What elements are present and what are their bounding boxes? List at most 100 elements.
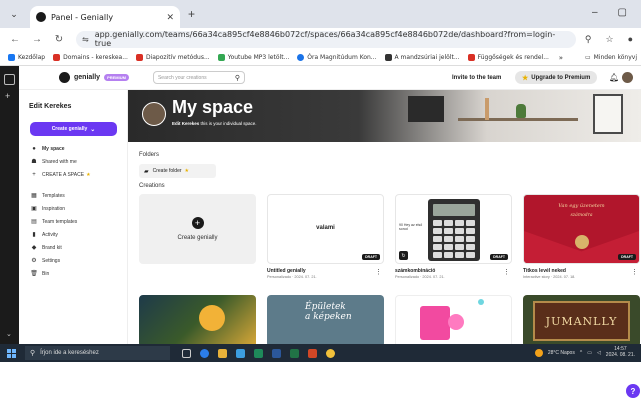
tray-overflow-icon[interactable]: ^: [580, 350, 582, 356]
all-bookmarks-folder[interactable]: ▭ Minden könyvj: [585, 54, 637, 61]
back-icon[interactable]: ←: [8, 34, 22, 45]
task-view-icon[interactable]: [182, 348, 191, 358]
new-tab-icon[interactable]: +: [188, 7, 195, 21]
tab-close-icon[interactable]: ✕: [166, 12, 174, 23]
creation-thumbnail[interactable]: Épületek a képeken: [267, 295, 384, 344]
plus-icon: +: [191, 217, 204, 229]
sidebar-item-inspiration[interactable]: ▣ Inspiration: [30, 203, 125, 214]
creation-subtitle: Personalizado · 2024. 07. 21.: [267, 275, 317, 279]
bell-icon[interactable]: 🔔︎: [609, 73, 619, 82]
create-folder-button[interactable]: ▰ Create folder ★: [139, 164, 216, 178]
creation-title[interactable]: számkombináció: [395, 268, 512, 274]
creation-thumbnail[interactable]: 90 Hey az első sorod ↻ DRAFT: [395, 194, 512, 264]
weather-sun-icon: [534, 349, 543, 357]
creation-thumbnail[interactable]: valami DRAFT: [267, 194, 384, 264]
bookmark-item[interactable]: Domains - kereskea...: [53, 54, 128, 61]
creation-meta: Titkos levél neked Interactive story · 2…: [523, 268, 640, 279]
invite-button[interactable]: Invite to the team: [452, 75, 501, 81]
avatar[interactable]: [622, 72, 633, 83]
star-icon: ★: [522, 74, 529, 82]
my-space-icon: ●: [32, 145, 36, 152]
sidebar-item-shared[interactable]: ☗ Shared with me: [30, 156, 125, 167]
more-options-icon[interactable]: ⋮: [631, 268, 638, 276]
url-text: app.genially.com/teams/66a34ca895cf4e884…: [94, 30, 556, 48]
activity-icon: ▮: [32, 232, 36, 238]
browser-tab-strip: ⌄ Panel - Genially ✕ + – ▢: [0, 0, 641, 28]
sidebar-item-settings[interactable]: ⚙ Settings: [30, 255, 125, 266]
search-icon: ⚲: [30, 350, 36, 357]
reload-icon[interactable]: ↻: [52, 34, 66, 45]
chevron-down-icon[interactable]: ⌄: [6, 330, 12, 338]
creation-title[interactable]: Untitled genially: [267, 268, 384, 274]
inspiration-icon: ▣: [31, 206, 37, 212]
avatar[interactable]: [142, 102, 166, 126]
network-icon[interactable]: ▭: [587, 350, 592, 356]
sidebar-item-my-space[interactable]: ● My space: [30, 143, 125, 154]
tab-search-dropdown-icon[interactable]: ⌄: [6, 6, 22, 22]
left-rail: + ⌄: [0, 66, 19, 344]
restore-icon[interactable]: ▢: [618, 7, 627, 18]
minimize-icon[interactable]: –: [592, 7, 598, 18]
creation-thumbnail[interactable]: [139, 295, 256, 344]
sidebar-item-team-templates[interactable]: ▤ Team templates: [30, 216, 125, 227]
volume-icon[interactable]: ◁: [597, 350, 601, 356]
more-options-icon[interactable]: ⋮: [375, 268, 382, 276]
file-explorer-icon[interactable]: [218, 348, 227, 358]
creation-title[interactable]: Titkos levél neked: [523, 268, 640, 274]
clock[interactable]: 14:57 2024. 08. 21.: [606, 346, 635, 359]
mail-icon[interactable]: [254, 348, 263, 358]
edge-icon[interactable]: [200, 348, 209, 358]
browser-tab[interactable]: Panel - Genially ✕: [30, 6, 180, 28]
powerpoint-icon[interactable]: [308, 348, 317, 358]
add-icon[interactable]: +: [5, 91, 10, 101]
sidebar-item-brand-kit[interactable]: ◆ Brand kit: [30, 242, 125, 253]
genially-logo[interactable]: genially PREMIUM: [59, 72, 129, 83]
app-header: genially PREMIUM Search your creations ⚲…: [19, 66, 641, 90]
create-genially-button[interactable]: Create genially ⌄: [30, 122, 117, 136]
bookmark-item[interactable]: Kezdőlap: [8, 54, 45, 61]
upgrade-button[interactable]: ★ Upgrade to Premium: [515, 71, 598, 84]
sidebar-item-create-space[interactable]: + CREATE A SPACE ★: [30, 169, 125, 180]
creation-meta: Untitled genially Personalizado · 2024. …: [267, 268, 384, 279]
search-input[interactable]: Search your creations ⚲: [152, 71, 245, 84]
figure-decoration: [485, 98, 489, 120]
panel-toggle-icon[interactable]: [4, 74, 15, 85]
bookmarks-overflow-icon[interactable]: »: [559, 54, 563, 62]
sidebar-item-activity[interactable]: ▮ Activity: [30, 229, 125, 240]
zoom-icon[interactable]: ⚲: [585, 34, 592, 45]
bookmark-item[interactable]: Youtube MP3 letölt...: [217, 54, 289, 61]
hero-banner: My space Edit Kerekes this is your indiv…: [128, 90, 641, 142]
store-icon[interactable]: [236, 348, 245, 358]
bookmark-item[interactable]: Diapozitív metódus...: [135, 54, 210, 61]
creation-thumbnail[interactable]: Van egy üzenetem számodra DRAFT: [523, 194, 640, 264]
windows-start-icon[interactable]: [7, 348, 16, 358]
creation-thumbnail[interactable]: [395, 295, 512, 344]
word-icon[interactable]: [272, 348, 281, 358]
folders-heading: Folders: [139, 152, 160, 158]
gmail-icon: [53, 54, 61, 61]
sidebar-item-templates[interactable]: ▦ Templates: [30, 190, 125, 201]
taskbar-search[interactable]: ⚲ Írjon ide a kereséshez: [25, 346, 170, 360]
weather-text[interactable]: 28°C Napos: [548, 350, 575, 356]
sidebar: Edit Kerekes Create genially ⌄ ● My space…: [19, 90, 128, 344]
plant-decoration: [516, 104, 526, 118]
profile-icon[interactable]: ●: [628, 34, 633, 45]
site-info-icon[interactable]: ⇋: [82, 35, 89, 44]
bookmark-star-icon[interactable]: ☆: [605, 34, 613, 45]
search-icon[interactable]: ⚲: [235, 74, 240, 82]
creation-thumbnail[interactable]: JUMANLLY: [523, 295, 640, 344]
bookmark-item[interactable]: Óra Magnitúdum Kon...: [297, 54, 377, 61]
page-subtitle: Edit Kerekes this is your individual spa…: [172, 121, 257, 126]
windows-taskbar: ⚲ Írjon ide a kereséshez 28°C Napos ^ ▭ …: [0, 344, 641, 362]
bookmark-item[interactable]: A mandzsúriai jelölt...: [384, 54, 460, 61]
refresh-icon[interactable]: ↻: [399, 251, 408, 260]
bookmark-item[interactable]: Függőségek és rendel...: [467, 54, 549, 61]
chrome-icon[interactable]: [326, 348, 335, 358]
create-genially-card[interactable]: + Create genially: [139, 194, 256, 264]
more-options-icon[interactable]: ⋮: [503, 268, 510, 276]
forward-icon[interactable]: →: [30, 34, 44, 45]
help-button[interactable]: ?: [626, 384, 640, 398]
url-field[interactable]: ⇋ app.genially.com/teams/66a34ca895cf4e8…: [76, 30, 576, 48]
sidebar-item-bin[interactable]: 🗑 Bin: [30, 268, 125, 279]
excel-icon[interactable]: [290, 348, 299, 358]
